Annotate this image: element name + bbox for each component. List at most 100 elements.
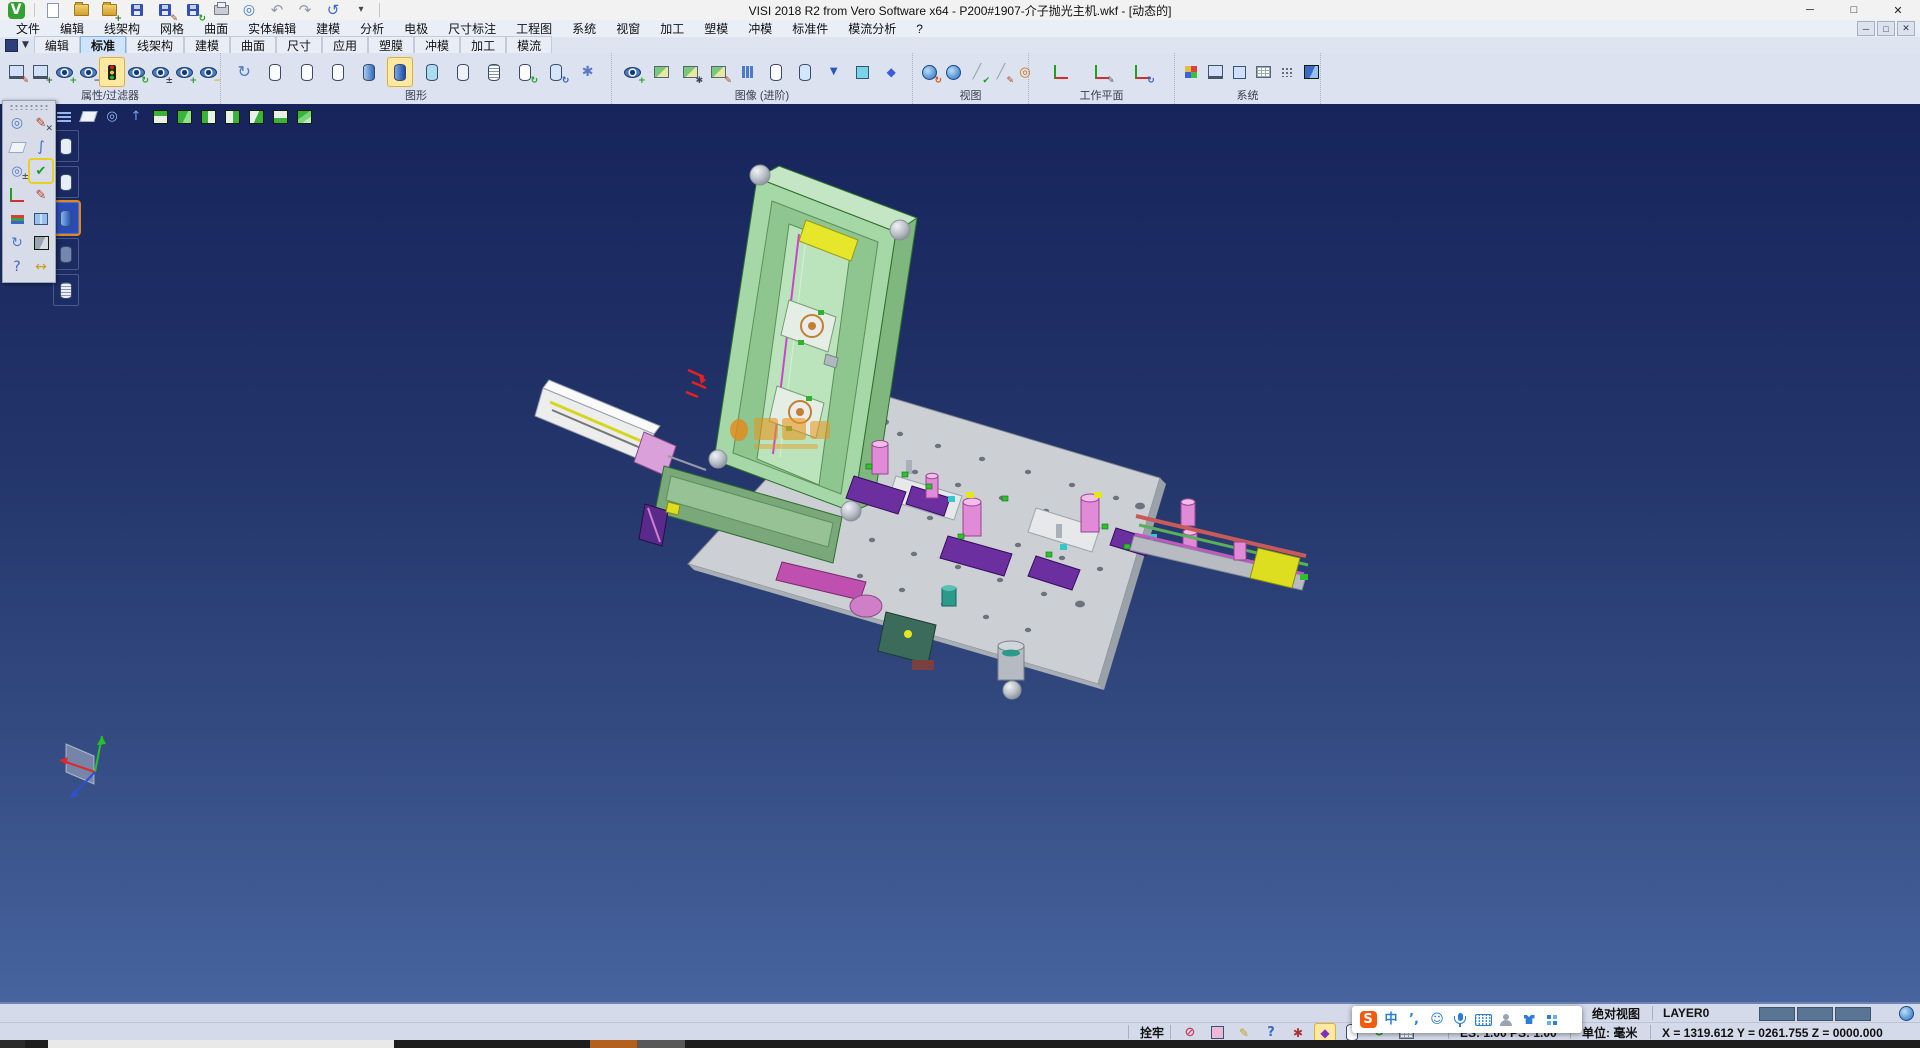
pal-curve[interactable]: ∫ — [30, 136, 52, 158]
workplane-axes[interactable] — [1049, 58, 1073, 86]
menu-工程图[interactable]: 工程图 — [506, 20, 562, 37]
mdi-button-─[interactable]: ─ — [1857, 21, 1875, 36]
eye-minus[interactable]: − — [196, 58, 220, 86]
taskbar-segment[interactable] — [48, 1040, 394, 1048]
pal-pencil[interactable]: ✎ — [30, 184, 52, 206]
visi-logo[interactable]: V — [4, 0, 28, 24]
cyl-hatch-b[interactable] — [53, 274, 79, 306]
st-compass[interactable]: ✱ — [1288, 1024, 1308, 1041]
taskbar-segment[interactable] — [394, 1040, 590, 1048]
st-figure[interactable] — [1207, 1024, 1227, 1041]
cyl-wire-b[interactable] — [53, 166, 79, 198]
globe-plain[interactable] — [941, 58, 965, 86]
mdi-button-□[interactable]: □ — [1877, 21, 1895, 36]
cyl-hidden[interactable] — [451, 58, 475, 86]
print[interactable] — [209, 0, 233, 24]
menu-模流分析[interactable]: 模流分析 — [838, 20, 906, 37]
column-chart[interactable] — [736, 58, 760, 86]
emoji-face[interactable]: ☺ — [1428, 1009, 1446, 1030]
pal-zoom-box[interactable]: ◎± — [6, 160, 28, 182]
image-edit[interactable]: ✎ — [707, 58, 731, 86]
tab-冲模[interactable]: 冲模 — [414, 36, 460, 53]
tab-编辑[interactable]: 编辑 — [34, 36, 80, 53]
system-grid[interactable] — [1275, 58, 1299, 86]
attribute-copy[interactable]: + — [28, 58, 52, 86]
ruler-check[interactable]: ╱✔ — [965, 58, 989, 86]
eye-plus[interactable]: + — [172, 58, 196, 86]
menu-尺寸标注[interactable]: 尺寸标注 — [438, 20, 506, 37]
tab-塑膜[interactable]: 塑膜 — [368, 36, 414, 53]
mdi-button-✕[interactable]: ✕ — [1897, 21, 1915, 36]
workbook-icon[interactable] — [5, 39, 18, 52]
save[interactable] — [125, 0, 149, 24]
tab-模流[interactable]: 模流 — [506, 36, 552, 53]
save-as[interactable]: ✎ — [153, 0, 177, 24]
taskbar-segment[interactable] — [637, 1040, 685, 1048]
dropdown[interactable]: ▾ — [349, 0, 373, 24]
menu-塑模[interactable]: 塑模 — [694, 20, 738, 37]
taskbar-sliver[interactable] — [0, 1040, 1920, 1048]
cyl-recycle[interactable]: ↻ — [513, 58, 537, 86]
skin-icon[interactable] — [1520, 1009, 1538, 1030]
cube-back[interactable] — [245, 106, 267, 128]
taskbar-segment[interactable] — [590, 1040, 637, 1048]
cyl-wire-a[interactable] — [53, 130, 79, 162]
pal-measure[interactable]: ↔ — [30, 256, 52, 278]
cyl-wire-1[interactable] — [263, 58, 287, 86]
lang-chinese[interactable]: 中 — [1382, 1009, 1400, 1030]
menu-标准件[interactable]: 标准件 — [782, 20, 838, 37]
ruler-pencil[interactable]: ╱✎ — [989, 58, 1013, 86]
system-table[interactable] — [1251, 58, 1275, 86]
cube-bottom[interactable] — [269, 106, 291, 128]
punctuation[interactable]: ’, — [1405, 1009, 1423, 1030]
pal-plane[interactable] — [6, 136, 28, 158]
cyl-wire-2[interactable] — [295, 58, 319, 86]
render-options[interactable]: ✱ — [576, 58, 600, 86]
mic-icon[interactable] — [1451, 1009, 1469, 1030]
cyl-wire-3[interactable] — [326, 58, 350, 86]
open-folder[interactable] — [69, 0, 93, 24]
tab-应用[interactable]: 应用 — [322, 36, 368, 53]
pal-cube[interactable] — [30, 232, 52, 254]
menu-电极[interactable]: 电极 — [394, 20, 438, 37]
tab-建模[interactable]: 建模 — [184, 36, 230, 53]
view-refresh[interactable]: ↻ — [232, 58, 256, 86]
redo[interactable]: ↷ — [293, 0, 317, 24]
image-gallery[interactable] — [649, 58, 673, 86]
image-settings[interactable]: ✱ — [678, 58, 702, 86]
box-cyan[interactable] — [850, 58, 874, 86]
tab-尺寸[interactable]: 尺寸 — [276, 36, 322, 53]
taskbar-segment[interactable] — [685, 1040, 1920, 1048]
user-icon[interactable] — [1497, 1009, 1515, 1030]
tab-加工[interactable]: 加工 — [460, 36, 506, 53]
globe-sync[interactable]: ↻ — [917, 58, 941, 86]
pal-layers[interactable] — [6, 208, 28, 230]
system-box[interactable] — [1227, 58, 1251, 86]
cyl-shaded-edges[interactable] — [388, 58, 412, 86]
cube-top[interactable] — [149, 106, 171, 128]
open-copy[interactable]: + — [97, 0, 121, 24]
linear-rail-left[interactable] — [535, 380, 706, 476]
taskbar-segment[interactable] — [25, 1040, 48, 1048]
pal-ucs[interactable] — [6, 184, 28, 206]
keyboard-icon[interactable] — [1474, 1009, 1492, 1030]
view-plane[interactable] — [77, 106, 99, 128]
viewport-3d-model[interactable] — [0, 104, 1920, 1002]
st-brush[interactable]: ✎ — [1234, 1024, 1254, 1041]
attribute-brush[interactable]: ✎ — [4, 58, 28, 86]
chevron-down-icon[interactable]: ▼ — [22, 40, 29, 50]
gem-blue[interactable]: ◆ — [879, 58, 903, 86]
system-monitor[interactable] — [1203, 58, 1227, 86]
toolbox-icon[interactable] — [1543, 1009, 1561, 1030]
traffic-light-filter[interactable] — [100, 58, 124, 86]
target-circle[interactable]: ◎ — [1013, 58, 1037, 86]
st-diamond[interactable]: ◆ — [1315, 1024, 1335, 1041]
pal-check[interactable]: ✔ — [30, 160, 52, 182]
save-all[interactable]: ↻ — [181, 0, 205, 24]
cube-left[interactable] — [197, 106, 219, 128]
eye-refresh[interactable]: ↻ — [124, 58, 148, 86]
menu-系统[interactable]: 系统 — [562, 20, 606, 37]
new-file[interactable] — [41, 0, 65, 24]
menu-视窗[interactable]: 视窗 — [606, 20, 650, 37]
tab-曲面[interactable]: 曲面 — [230, 36, 276, 53]
